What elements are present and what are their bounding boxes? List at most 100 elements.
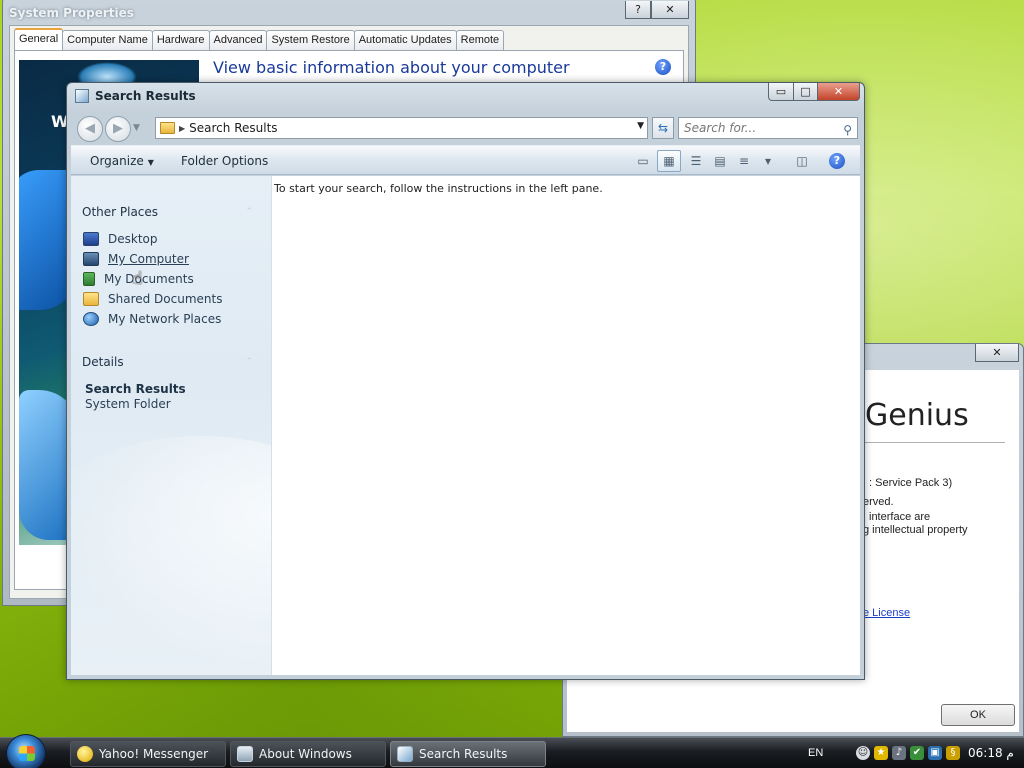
refresh-button[interactable]: ⇆ [652, 117, 674, 139]
organize-label: Organize [90, 154, 144, 168]
tab-general[interactable]: General [14, 28, 64, 50]
breadcrumb-arrow-icon[interactable]: ▶ [179, 124, 185, 133]
place-my-network-places-label: My Network Places [108, 312, 222, 326]
preview-pane-icon[interactable]: ◫ [793, 152, 811, 170]
preview-view-icon[interactable]: ▭ [634, 152, 652, 170]
address-dropdown-icon[interactable]: ▼ [637, 121, 644, 131]
details-name: Search Results [85, 382, 186, 396]
hand-cursor-icon: ☝ [132, 268, 143, 289]
taskbar-about-windows[interactable]: About Windows [230, 741, 386, 767]
clock[interactable]: 06:18 م [968, 746, 1014, 760]
about-version-line: : Service Pack 3) [869, 477, 953, 489]
license-link[interactable]: e License [863, 607, 910, 619]
about-divider [865, 442, 1005, 443]
results-message: To start your search, follow the instruc… [274, 182, 603, 195]
task-pane-decoration [71, 436, 271, 675]
organize-chevron-down-icon: ▼ [147, 158, 154, 167]
folder-options-button[interactable]: Folder Options [181, 154, 268, 168]
place-desktop-label: Desktop [108, 232, 158, 246]
other-places-heading[interactable]: Other Places [82, 205, 158, 219]
volume-icon[interactable]: ♪ [892, 746, 906, 760]
language-indicator[interactable]: EN [808, 747, 823, 759]
taskbar-search-results[interactable]: Search Results [390, 741, 546, 767]
search-window-icon [75, 89, 89, 103]
place-my-computer[interactable]: My Computer [83, 252, 189, 266]
search-input[interactable]: Search for... ⚲ [678, 117, 858, 139]
tab-automatic-updates[interactable]: Automatic Updates [353, 30, 457, 50]
details-heading[interactable]: Details [82, 355, 124, 369]
safely-remove-icon[interactable]: ✔ [910, 746, 924, 760]
details-view-icon[interactable]: ☰ [687, 152, 705, 170]
tab-hardware[interactable]: Hardware [151, 30, 210, 50]
system-tray: ☺ ★ ♪ ✔ ▣ § [856, 746, 960, 760]
search-results-title: Search Results [95, 89, 196, 103]
list-view-icon[interactable]: ≡ [735, 152, 753, 170]
messenger-tray-icon[interactable]: ☺ [856, 746, 870, 760]
taskbar-about-label: About Windows [259, 747, 352, 761]
update-tray-icon[interactable]: § [946, 746, 960, 760]
search-icon[interactable]: ⚲ [843, 120, 852, 140]
tab-system-restore[interactable]: System Restore [266, 30, 355, 50]
yahoo-messenger-icon [77, 746, 93, 762]
command-bar: Organize ▼ Folder Options ▭ ▦ ☰ ▤ ≡ ▾ ◫ ? [71, 145, 860, 175]
about-interface-line: interface are [869, 511, 931, 523]
about-copyright-line: erved. [863, 496, 894, 508]
address-row: ◀ ▶ ▼ ▶ Search Results ▼ ⇆ Search for...… [71, 113, 860, 143]
tiles-view-icon[interactable]: ▦ [657, 150, 681, 172]
place-shared-documents-label: Shared Documents [108, 292, 223, 306]
search-results-titlebar[interactable]: Search Results [67, 83, 864, 109]
system-properties-tabs: General Computer Name Hardware Advanced … [14, 28, 505, 50]
about-windows-close-button[interactable]: ✕ [975, 344, 1019, 362]
forward-button[interactable]: ▶ [105, 116, 131, 142]
maximize-button[interactable]: □ [793, 83, 818, 101]
network-icon [83, 312, 99, 326]
search-results-window: Search Results ▭ □ ✕ ◀ ▶ ▼ ▶ Search Resu… [66, 82, 865, 680]
details-type: System Folder [85, 397, 171, 411]
tab-remote[interactable]: Remote [455, 30, 505, 50]
minimize-button[interactable]: ▭ [768, 83, 794, 101]
folder-icon [160, 122, 175, 134]
taskbar-search-label: Search Results [419, 747, 508, 761]
place-my-network-places[interactable]: My Network Places [83, 312, 221, 326]
details-collapse-icon[interactable]: ⌃ [245, 357, 253, 367]
yahoo-tray-icon[interactable]: ★ [874, 746, 888, 760]
taskbar-yahoo-label: Yahoo! Messenger [99, 747, 209, 761]
about-property-line: g intellectual property [863, 524, 968, 536]
system-properties-titlebar[interactable]: System Properties [3, 1, 695, 25]
about-windows-icon [237, 746, 253, 762]
icons-view-icon[interactable]: ▤ [711, 152, 729, 170]
taskbar-yahoo-messenger[interactable]: Yahoo! Messenger [70, 741, 226, 767]
desktop-icon [83, 232, 99, 246]
view-chevron-down-icon[interactable]: ▾ [759, 152, 777, 170]
start-button[interactable] [6, 734, 46, 768]
place-desktop[interactable]: Desktop [83, 232, 158, 246]
tab-advanced[interactable]: Advanced [208, 30, 268, 50]
help-icon[interactable]: ? [829, 153, 845, 169]
address-path: Search Results [189, 121, 278, 135]
about-windows-heading: Genius [865, 398, 969, 433]
ok-button[interactable]: OK [941, 704, 1015, 726]
system-properties-help-button[interactable]: ? [625, 1, 651, 19]
help-icon[interactable]: ? [655, 59, 671, 75]
place-shared-documents[interactable]: Shared Documents [83, 292, 222, 306]
network-tray-icon[interactable]: ▣ [928, 746, 942, 760]
tab-computer-name[interactable]: Computer Name [62, 30, 153, 50]
search-results-icon [397, 746, 413, 762]
address-bar[interactable]: ▶ Search Results ▼ [155, 117, 648, 139]
results-pane[interactable]: To start your search, follow the instruc… [271, 176, 860, 675]
close-button[interactable]: ✕ [817, 83, 860, 101]
documents-icon [83, 272, 95, 286]
place-my-documents-label: My Documents [104, 272, 194, 286]
search-placeholder: Search for... [684, 121, 757, 135]
system-properties-close-button[interactable]: ✕ [651, 1, 689, 19]
place-my-computer-label: My Computer [108, 252, 189, 266]
task-pane: Other Places ⌃ Desktop My Computer My Do… [71, 176, 271, 675]
other-places-collapse-icon[interactable]: ⌃ [245, 207, 253, 217]
recent-pages-dropdown-icon[interactable]: ▼ [133, 123, 143, 133]
back-button[interactable]: ◀ [77, 116, 103, 142]
system-properties-heading: View basic information about your comput… [213, 58, 570, 77]
computer-icon [83, 252, 99, 266]
shared-folder-icon [83, 292, 99, 306]
taskbar: Yahoo! Messenger About Windows Search Re… [0, 734, 1024, 768]
organize-button[interactable]: Organize ▼ [90, 154, 154, 168]
